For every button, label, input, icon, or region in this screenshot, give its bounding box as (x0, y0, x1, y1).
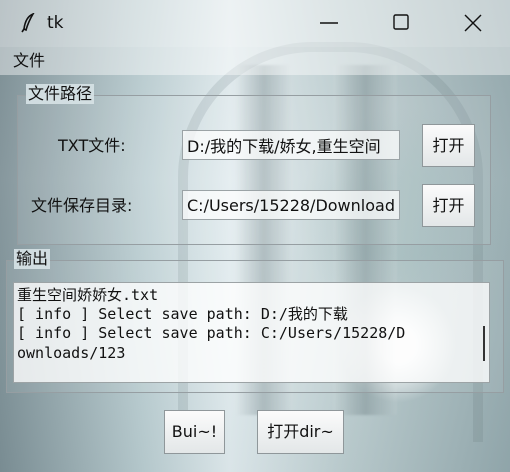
output-line: 重生空间娇娇女.txt (17, 286, 159, 304)
output-text-area[interactable]: 重生空间娇娇女.txt [ info ] Select save path: D… (13, 282, 490, 383)
feather-icon (21, 13, 35, 33)
close-button[interactable] (437, 0, 509, 47)
output-line: ownloads/123 (17, 344, 126, 362)
text-cursor (483, 326, 485, 361)
bui-button[interactable]: Bui~! (164, 410, 225, 454)
window-title: tk (47, 13, 64, 33)
minimize-icon (320, 22, 338, 24)
menu-bar: 文件 (0, 47, 510, 75)
tk-window: tk 文件 文件路径 TXT文件: 打开 文件保存目录: 打开 输出 (0, 0, 510, 472)
open-txt-file-button[interactable]: 打开 (422, 124, 475, 167)
output-line: [ info ] Select save path: C:/Users/1522… (17, 324, 406, 342)
output-group-title: 输出 (14, 249, 51, 269)
txt-file-input[interactable] (182, 130, 400, 160)
open-dir-button[interactable]: 打开dir~ (257, 410, 344, 454)
output-line: [ info ] Select save path: D:/我的下载 (17, 305, 348, 323)
save-directory-label: 文件保存目录: (31, 196, 133, 215)
file-path-group-title: 文件路径 (26, 84, 95, 104)
maximize-icon (393, 14, 409, 30)
title-bar: tk (0, 0, 510, 47)
save-directory-input[interactable] (182, 190, 400, 220)
open-save-directory-button[interactable]: 打开 (422, 184, 475, 227)
file-menu[interactable]: 文件 (13, 51, 45, 71)
file-path-group: 文件路径 (17, 84, 491, 245)
minimize-button[interactable] (293, 0, 365, 47)
close-icon (464, 14, 482, 32)
txt-file-label: TXT文件: (58, 136, 126, 155)
maximize-button[interactable] (365, 0, 437, 47)
